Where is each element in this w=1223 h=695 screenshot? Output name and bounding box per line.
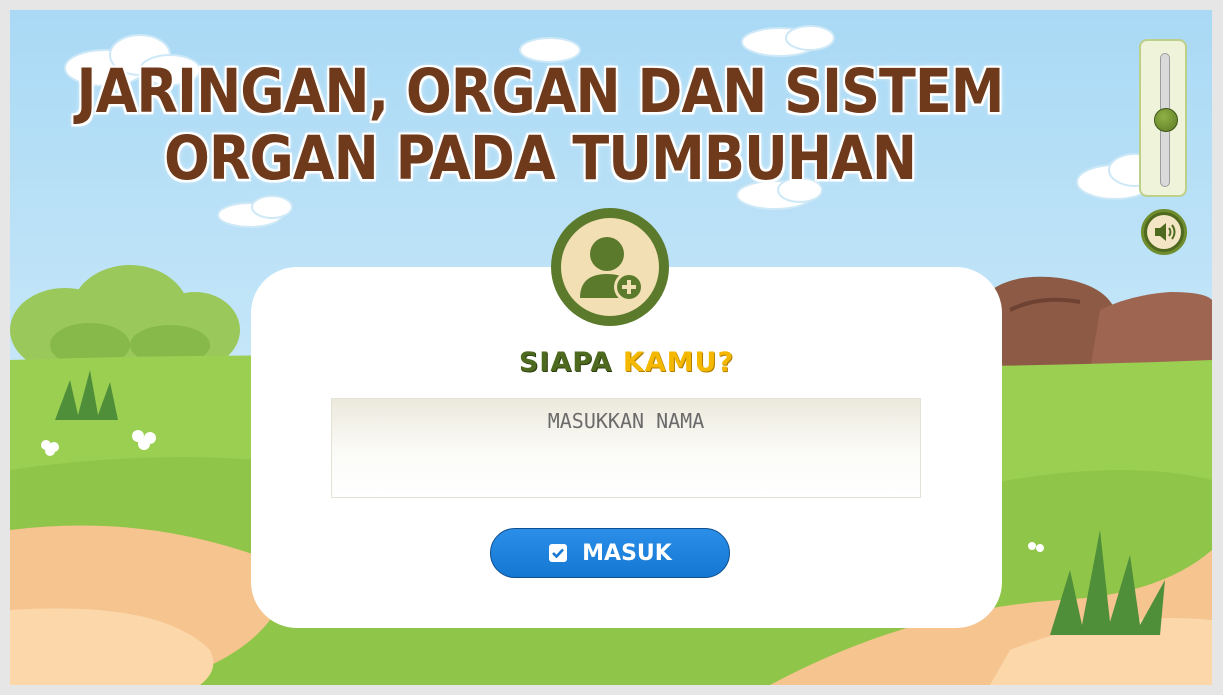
volume-slider-panel <box>1139 39 1187 197</box>
add-user-icon <box>561 218 659 316</box>
sound-toggle-button[interactable] <box>1141 209 1187 255</box>
name-prompt-heading: SIAPA KAMU? <box>251 347 1002 378</box>
title-line-2: ORGAN PADA TUMBUHAN <box>163 123 917 194</box>
game-stage: JARINGAN, ORGAN DAN SISTEM ORGAN PADA TU… <box>10 10 1212 685</box>
volume-slider-knob[interactable] <box>1154 108 1178 132</box>
avatar <box>551 208 669 326</box>
name-input[interactable] <box>331 398 921 498</box>
speaker-icon <box>1147 215 1181 249</box>
title-line-1: JARINGAN, ORGAN DAN SISTEM <box>76 56 1005 127</box>
login-button[interactable]: MASUK <box>490 528 730 578</box>
prompt-text-accent: KAMU? <box>622 347 735 378</box>
check-square-icon <box>548 543 568 563</box>
prompt-text-primary: SIAPA <box>518 347 613 378</box>
login-button-label: MASUK <box>582 540 672 566</box>
